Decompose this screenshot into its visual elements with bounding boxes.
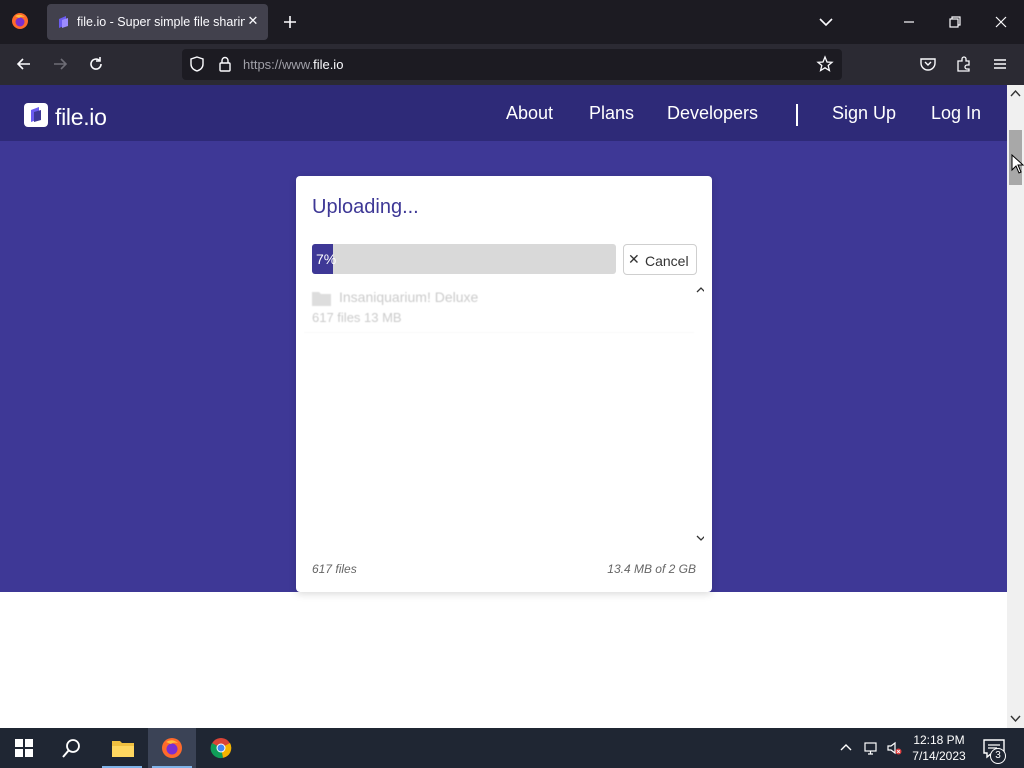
firefox-taskbar-button[interactable] <box>148 728 196 768</box>
nav-sign-up[interactable]: Sign Up <box>832 103 896 124</box>
restore-icon[interactable] <box>945 12 965 32</box>
clock-date: 7/14/2023 <box>912 749 966 763</box>
browser-tab-active[interactable]: file.io - Super simple file sharing ✕ <box>47 4 268 40</box>
search-icon <box>62 739 80 758</box>
nav-about[interactable]: About <box>506 103 553 124</box>
notification-count-badge: 3 <box>990 748 1006 764</box>
web-page: file.io About Plans Developers Sign Up L… <box>0 85 1007 728</box>
logo-text: file.io <box>55 104 107 130</box>
upload-size: 13.4 MB of 2 GB <box>607 562 696 576</box>
file-list-scrollbar[interactable] <box>696 284 704 548</box>
firefox-menu-icon[interactable] <box>11 12 29 30</box>
scroll-up-icon[interactable] <box>1010 88 1021 99</box>
progress-text: 7% <box>316 251 337 267</box>
url-text[interactable]: https://www.file.io <box>243 57 343 72</box>
upload-progress-bar: 7% <box>312 244 616 274</box>
show-hidden-icons-icon[interactable] <box>838 740 854 756</box>
firefox-icon <box>162 738 182 758</box>
close-window-icon[interactable] <box>991 12 1011 32</box>
volume-muted-icon[interactable] <box>886 740 902 756</box>
cancel-label: Cancel <box>645 253 689 269</box>
hamburger-menu-icon[interactable] <box>990 54 1010 74</box>
clock-time: 12:18 PM <box>913 733 965 747</box>
browser-tab-strip: file.io - Super simple file sharing ✕ <box>0 0 1024 44</box>
network-icon[interactable] <box>862 740 878 756</box>
site-header: file.io About Plans Developers Sign Up L… <box>0 85 1007 141</box>
scroll-down-icon[interactable] <box>1010 713 1021 724</box>
system-clock[interactable]: 12:18 PM 7/14/2023 <box>908 732 970 764</box>
nav-developers[interactable]: Developers <box>667 103 758 124</box>
file-list[interactable]: Insaniquarium! Deluxe 617 files 13 MB <box>304 284 704 548</box>
reload-icon[interactable] <box>86 54 106 74</box>
folder-icon <box>312 292 331 306</box>
folder-icon <box>112 741 134 757</box>
search-button[interactable] <box>48 728 96 768</box>
url-prefix: https://www. <box>243 57 314 72</box>
nav-log-in[interactable]: Log In <box>931 103 981 124</box>
fileio-logo-icon <box>24 103 48 127</box>
mouse-cursor-icon <box>1011 154 1024 174</box>
url-bar[interactable]: https://www.file.io <box>182 49 842 80</box>
upload-title: Uploading... <box>312 196 419 218</box>
url-domain: file.io <box>313 57 344 72</box>
file-count: 617 files <box>312 562 357 576</box>
close-tab-icon[interactable]: ✕ <box>245 13 261 29</box>
extensions-icon[interactable] <box>954 54 974 74</box>
fileio-favicon-icon <box>59 16 68 28</box>
list-item[interactable]: Insaniquarium! Deluxe 617 files 13 MB <box>304 284 694 333</box>
chrome-taskbar-button[interactable] <box>197 728 245 768</box>
chrome-icon <box>210 738 232 759</box>
lock-icon[interactable] <box>216 55 234 73</box>
tab-title: file.io - Super simple file sharing <box>77 15 245 29</box>
tracking-protection-icon[interactable] <box>188 55 206 73</box>
nav-divider <box>796 104 798 126</box>
forward-icon[interactable] <box>50 54 70 74</box>
pocket-icon[interactable] <box>918 54 938 74</box>
file-name: Insaniquarium! Deluxe <box>339 289 479 305</box>
bookmark-star-icon[interactable] <box>816 55 834 73</box>
nav-plans[interactable]: Plans <box>589 103 634 124</box>
start-button[interactable] <box>0 728 48 768</box>
close-icon: ✕ <box>628 251 640 267</box>
cancel-button[interactable]: ✕ Cancel <box>623 244 697 275</box>
browser-nav-bar: https://www.file.io <box>0 44 1024 85</box>
windows-taskbar: 12:18 PM 7/14/2023 3 <box>0 728 1024 768</box>
upload-card: Uploading... 7% ✕ Cancel Insaniquarium! … <box>296 176 712 592</box>
back-icon[interactable] <box>14 54 34 74</box>
windows-logo-icon <box>15 739 33 757</box>
new-tab-icon[interactable] <box>280 12 300 32</box>
file-explorer-button[interactable] <box>98 728 146 768</box>
minimize-icon[interactable] <box>899 12 919 32</box>
list-all-tabs-icon[interactable] <box>816 12 836 32</box>
page-scrollbar[interactable] <box>1007 85 1024 728</box>
file-meta: 617 files 13 MB <box>312 310 402 325</box>
